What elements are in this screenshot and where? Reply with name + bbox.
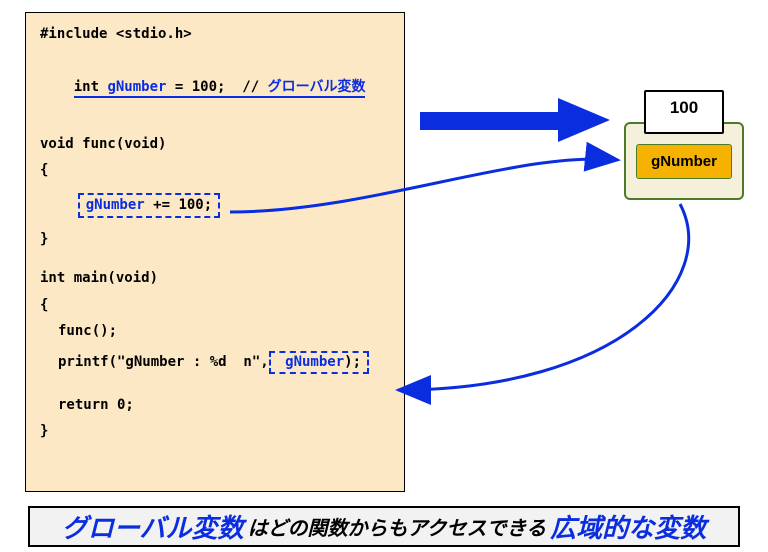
code-brace-open-1: { (40, 163, 394, 178)
code-brace-close-1: } (40, 232, 394, 247)
code-brace-open-2: { (40, 298, 394, 313)
variable-value: 100 (670, 98, 698, 118)
code-return: return 0; (58, 398, 394, 413)
code-main-call: func(); (58, 324, 394, 339)
caption-kw-2: 広域的な変数 (550, 508, 706, 545)
variable-value-card: 100 (644, 90, 724, 134)
caption-kw-1: グローバル変数 (62, 508, 244, 545)
code-brace-close-2: } (40, 424, 394, 439)
code-include: #include <stdio.h> (40, 27, 394, 42)
code-declaration: int gNumber = 100; // グローバル変数 (40, 66, 394, 113)
caption-banner: グローバル変数 はどの関数からもアクセスできる 広域的な変数 (28, 506, 740, 547)
code-printf: printf("gNumber : %d n", gNumber); (58, 351, 394, 374)
arrow-decl-to-var-icon (420, 98, 610, 142)
code-main-sig: int main(void) (40, 271, 394, 286)
variable-name-label: gNumber (636, 144, 732, 179)
code-func-sig: void func(void) (40, 137, 394, 152)
caption-mid: はどの関数からもアクセスできる (248, 512, 547, 541)
code-panel: #include <stdio.h> int gNumber = 100; //… (25, 12, 405, 492)
code-func-body: gNumber += 100; (40, 178, 394, 232)
